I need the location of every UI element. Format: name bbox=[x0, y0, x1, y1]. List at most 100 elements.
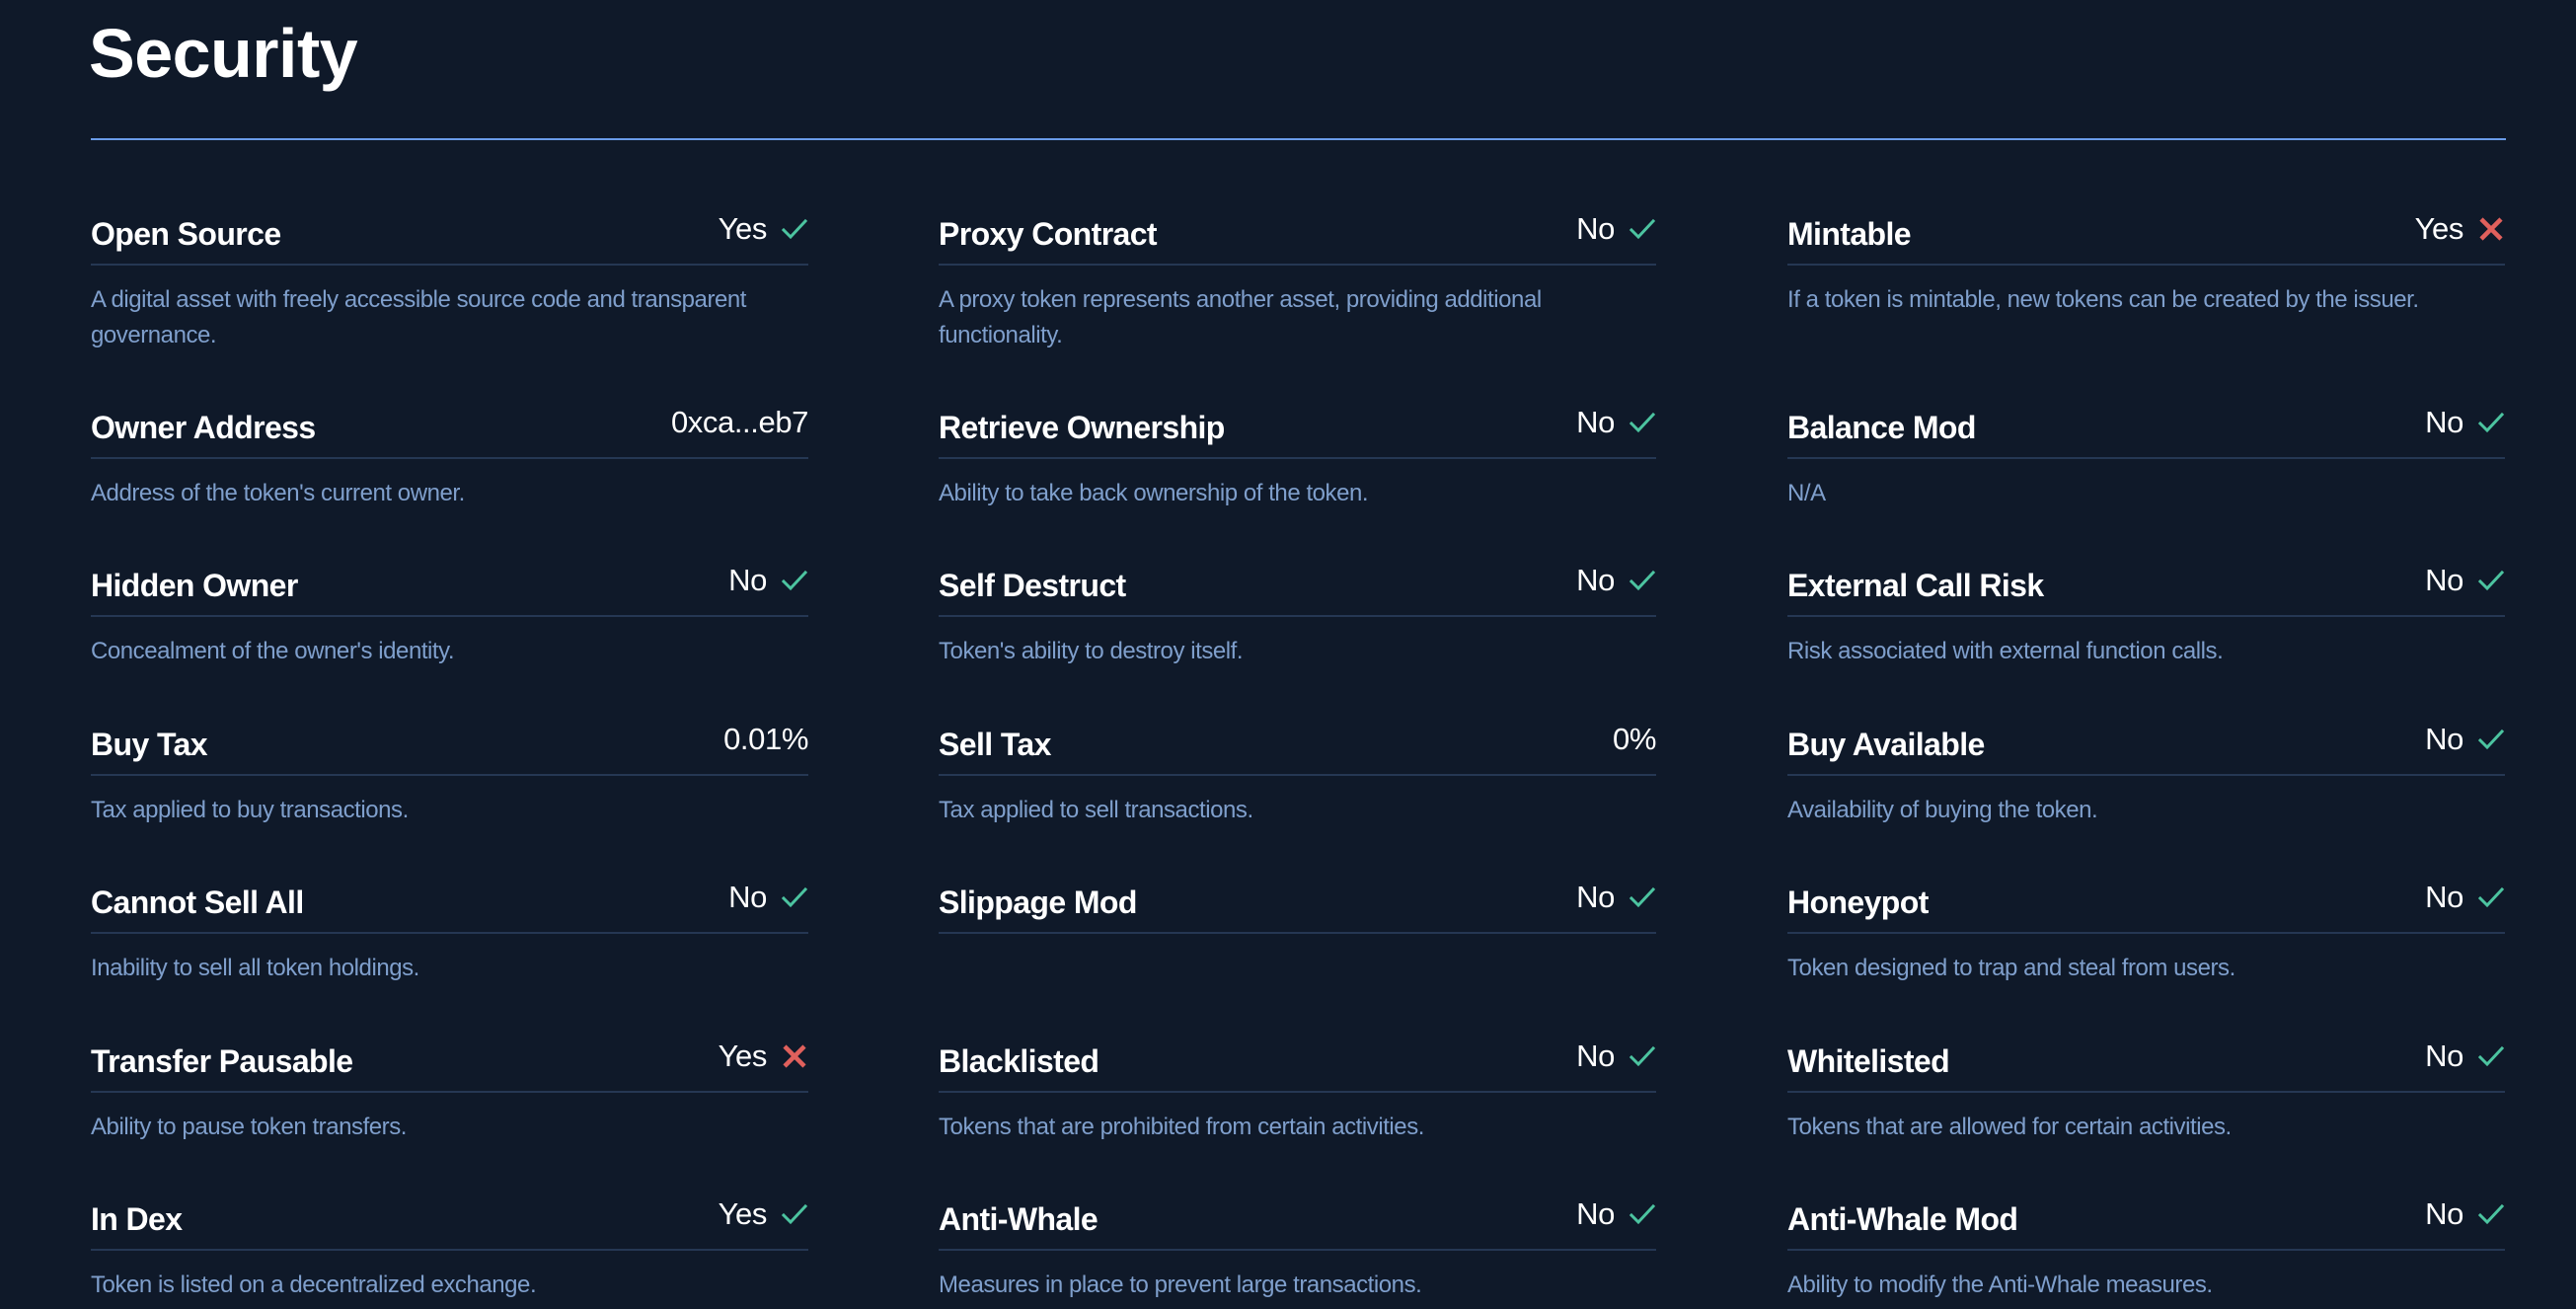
check-icon bbox=[781, 1200, 808, 1228]
security-grid: Open Source Yes A digital asset with fre… bbox=[0, 0, 2576, 1309]
security-item-divider bbox=[1787, 615, 2505, 617]
security-item-label: Transfer Pausable bbox=[91, 1043, 353, 1079]
security-item-blacklisted: Blacklisted No Tokens that are prohibite… bbox=[939, 1032, 1656, 1145]
security-item-label: External Call Risk bbox=[1787, 568, 2044, 603]
status-badge: Yes bbox=[2415, 211, 2505, 247]
security-item-header: Balance Mod No bbox=[1787, 398, 2505, 457]
security-item-label: Mintable bbox=[1787, 216, 1912, 252]
security-item-description: If a token is mintable, new tokens can b… bbox=[1787, 286, 2419, 313]
check-icon bbox=[781, 884, 808, 911]
status-badge: No bbox=[2425, 405, 2505, 440]
security-item-description: Inability to sell all token holdings. bbox=[91, 955, 419, 981]
security-item-divider bbox=[939, 615, 1656, 617]
security-item-label: Blacklisted bbox=[939, 1043, 1099, 1079]
check-icon bbox=[1629, 884, 1656, 911]
status-badge: No bbox=[2425, 722, 2505, 757]
security-item-label: Open Source bbox=[91, 216, 281, 252]
security-item-header: Blacklisted No bbox=[939, 1032, 1656, 1091]
security-item-header: Mintable Yes bbox=[1787, 204, 2505, 264]
security-item-header: Whitelisted No bbox=[1787, 1032, 2505, 1091]
check-icon bbox=[1629, 409, 1656, 436]
security-item-label: Whitelisted bbox=[1787, 1043, 1950, 1079]
security-item-whitelisted: Whitelisted No Tokens that are allowed f… bbox=[1787, 1032, 2505, 1145]
check-icon bbox=[2477, 567, 2505, 594]
security-item-description bbox=[939, 951, 1656, 986]
security-item-anti-whale: Anti-Whale No Measures in place to preve… bbox=[939, 1190, 1656, 1303]
security-item-description: Token designed to trap and steal from us… bbox=[1787, 955, 2235, 981]
security-item-divider bbox=[939, 1249, 1656, 1251]
security-item-value-text: No bbox=[2425, 1196, 2463, 1231]
security-item-self-destruct: Self Destruct No Token's ability to dest… bbox=[939, 556, 1656, 669]
security-item-label: Retrieve Ownership bbox=[939, 410, 1225, 445]
security-item-value-text: 0% bbox=[1612, 722, 1656, 756]
security-item-header: Slippage Mod No bbox=[939, 873, 1656, 932]
security-item-value-text: No bbox=[1576, 880, 1615, 914]
check-icon bbox=[2477, 409, 2505, 436]
security-item-divider bbox=[939, 932, 1656, 934]
security-item-sell-tax: Sell Tax 0% Tax applied to sell transact… bbox=[939, 715, 1656, 828]
security-item-description: Concealment of the owner's identity. bbox=[91, 638, 455, 664]
check-icon bbox=[1629, 215, 1656, 243]
status-badge: No bbox=[2425, 563, 2505, 598]
security-item-divider bbox=[1787, 932, 2505, 934]
check-icon bbox=[1629, 1042, 1656, 1070]
security-item-label: In Dex bbox=[91, 1201, 183, 1237]
security-item-divider bbox=[1787, 264, 2505, 266]
security-item-value-text: No bbox=[728, 563, 767, 597]
security-item-open-source: Open Source Yes A digital asset with fre… bbox=[91, 204, 808, 353]
security-item-label: Slippage Mod bbox=[939, 885, 1137, 920]
status-badge: No bbox=[1576, 405, 1656, 440]
security-item-divider bbox=[1787, 1091, 2505, 1093]
security-item-description: Tokens that are allowed for certain acti… bbox=[1787, 1114, 2232, 1140]
security-item-divider bbox=[1787, 1249, 2505, 1251]
status-badge: Yes bbox=[719, 211, 808, 247]
security-item-value-text: No bbox=[2425, 722, 2463, 756]
status-badge: No bbox=[2425, 1039, 2505, 1074]
security-item-label: Proxy Contract bbox=[939, 216, 1158, 252]
check-icon bbox=[2477, 1200, 2505, 1228]
security-item-header: Buy Available No bbox=[1787, 715, 2505, 774]
security-item-value-text: 0xca...eb7 bbox=[670, 405, 808, 439]
security-item-mintable: Mintable Yes If a token is mintable, new… bbox=[1787, 204, 2505, 318]
security-item-buy-tax: Buy Tax 0.01% Tax applied to buy transac… bbox=[91, 715, 808, 828]
security-item-description: Risk associated with external function c… bbox=[1787, 638, 2224, 664]
security-item-header: Hidden Owner No bbox=[91, 556, 808, 615]
security-item-header: Cannot Sell All No bbox=[91, 873, 808, 932]
security-item-header: Anti-Whale No bbox=[939, 1190, 1656, 1249]
security-item-divider bbox=[939, 264, 1656, 266]
security-item-divider bbox=[91, 264, 808, 266]
security-item-label: Cannot Sell All bbox=[91, 885, 304, 920]
security-item-in-dex: In Dex Yes Token is listed on a decentra… bbox=[91, 1190, 808, 1303]
security-item-description: Ability to modify the Anti-Whale measure… bbox=[1787, 1271, 2213, 1298]
security-item-honeypot: Honeypot No Token designed to trap and s… bbox=[1787, 873, 2505, 986]
security-item-divider bbox=[939, 457, 1656, 459]
security-item-header: External Call Risk No bbox=[1787, 556, 2505, 615]
security-item-header: Sell Tax 0% bbox=[939, 715, 1656, 774]
security-item-header: Honeypot No bbox=[1787, 873, 2505, 932]
status-badge: No bbox=[728, 563, 808, 598]
check-icon bbox=[1629, 567, 1656, 594]
security-item-value-text: No bbox=[2425, 1039, 2463, 1073]
security-item-external-call-risk: External Call Risk No Risk associated wi… bbox=[1787, 556, 2505, 669]
security-item-retrieve-ownership: Retrieve Ownership No Ability to take ba… bbox=[939, 398, 1656, 511]
security-item-header: In Dex Yes bbox=[91, 1190, 808, 1249]
security-item-value-text: No bbox=[2425, 563, 2463, 597]
security-item-header: Anti-Whale Mod No bbox=[1787, 1190, 2505, 1249]
security-item-description: A digital asset with freely accessible s… bbox=[91, 286, 747, 348]
status-badge: No bbox=[2425, 880, 2505, 915]
security-item-value-text: 0.01% bbox=[723, 722, 808, 756]
check-icon bbox=[781, 215, 808, 243]
status-badge: No bbox=[728, 880, 808, 915]
security-item-value-text: Yes bbox=[718, 1196, 768, 1231]
security-item-description: Ability to take back ownership of the to… bbox=[939, 480, 1369, 506]
security-item-proxy-contract: Proxy Contract No A proxy token represen… bbox=[939, 204, 1656, 353]
security-item-description: Measures in place to prevent large trans… bbox=[939, 1271, 1422, 1298]
security-item-label: Anti-Whale bbox=[939, 1201, 1099, 1237]
status-badge: No bbox=[1576, 1196, 1656, 1232]
security-item-divider bbox=[91, 615, 808, 617]
security-item-description: N/A bbox=[1787, 480, 1826, 506]
status-badge: No bbox=[1576, 563, 1656, 598]
security-item-description: Ability to pause token transfers. bbox=[91, 1114, 407, 1140]
security-item-owner-address: Owner Address 0xca...eb7 Address of the … bbox=[91, 398, 808, 511]
security-item-label: Buy Available bbox=[1787, 727, 1985, 762]
